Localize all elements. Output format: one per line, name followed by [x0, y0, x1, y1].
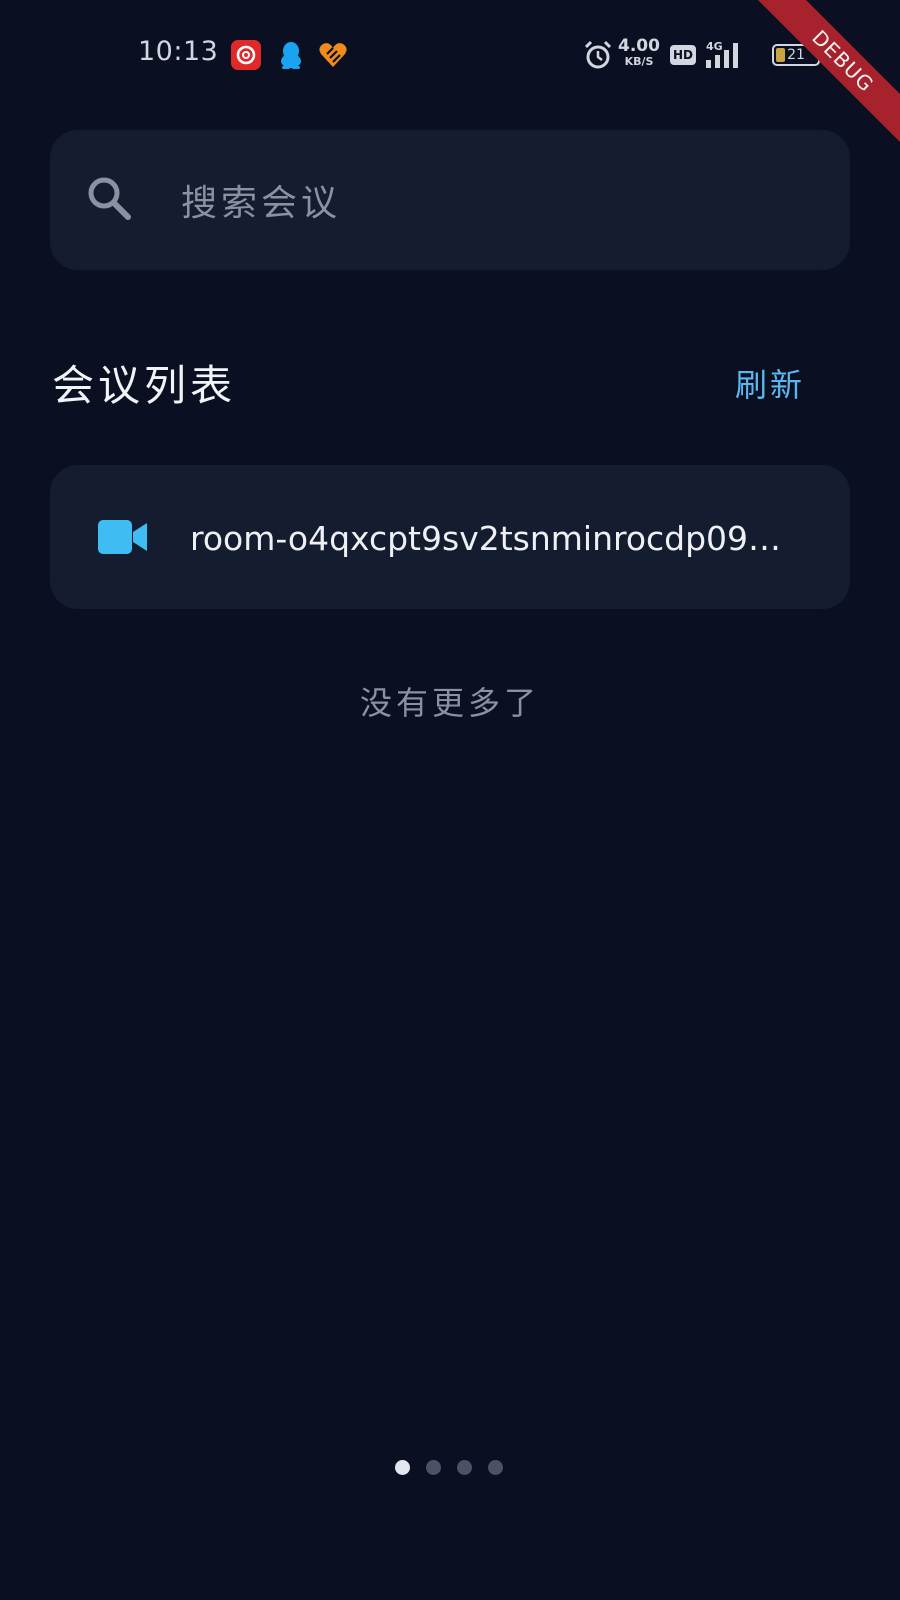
no-more-text: 没有更多了: [359, 684, 540, 722]
net-speed-value: 4.00: [618, 36, 660, 56]
signal-icon: 4G: [706, 40, 738, 68]
meeting-list-screen: 10:13 4.00 KB/S HD 4G 21 DEBUG 搜索会议 会议列表…: [0, 0, 900, 1600]
refresh-button[interactable]: 刷新: [735, 360, 805, 406]
netease-music-icon: [231, 40, 261, 70]
heart-app-icon: [319, 43, 347, 67]
hd-icon: HD: [670, 45, 696, 65]
qq-icon: [281, 42, 301, 69]
page-dot[interactable]: [457, 1460, 472, 1475]
alarm-icon: [584, 40, 612, 69]
meeting-name[interactable]: room-o4qxcpt9sv2tsnminrocdp09…: [190, 519, 802, 558]
search-input[interactable]: [50, 130, 850, 270]
search-icon: [88, 177, 131, 220]
page-indicator: [395, 1460, 503, 1475]
network-type-label: 4G: [706, 40, 723, 53]
page-dot[interactable]: [488, 1460, 503, 1475]
video-camera-icon: [98, 520, 147, 554]
net-speed: 4.00 KB/S: [617, 36, 661, 68]
search-placeholder[interactable]: 搜索会议: [181, 174, 341, 226]
page-dot[interactable]: [426, 1460, 441, 1475]
meeting-list-title: 会议列表: [52, 361, 237, 410]
page-dot[interactable]: [395, 1460, 410, 1475]
status-bar: 10:13 4.00 KB/S HD 4G 21: [0, 0, 900, 110]
net-speed-unit: KB/S: [624, 55, 654, 68]
status-time: 10:13: [138, 36, 219, 67]
